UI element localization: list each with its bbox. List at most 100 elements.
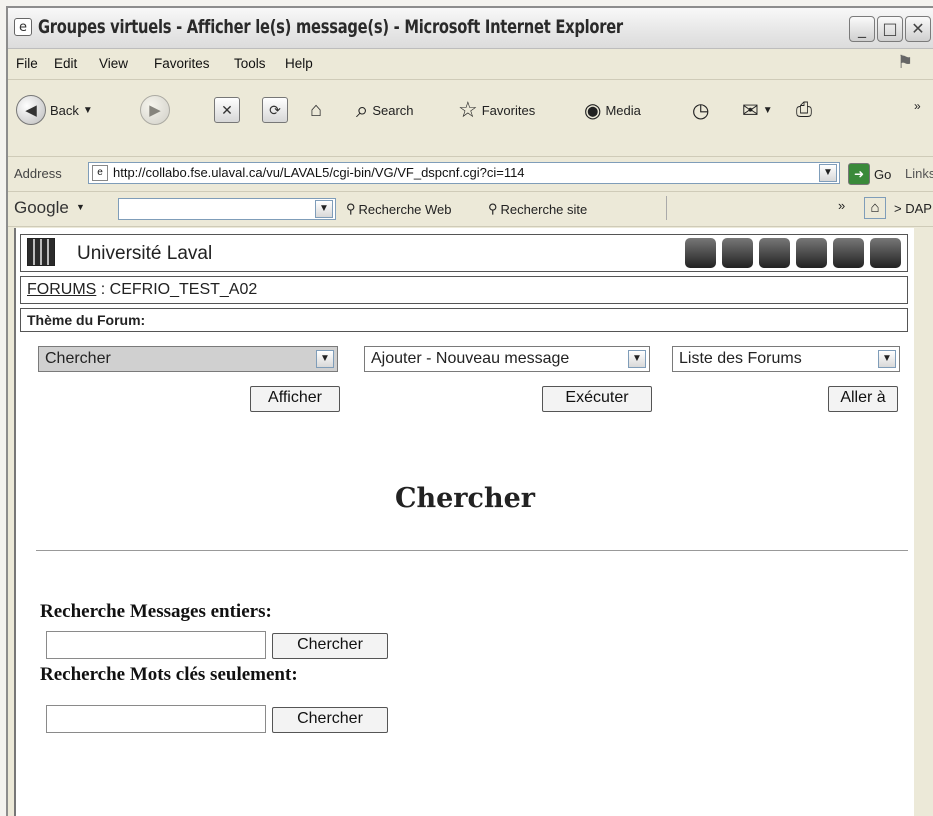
action-select[interactable]: Chercher ▼ xyxy=(38,346,338,372)
toolbar-divider xyxy=(666,196,667,220)
search-full-input[interactable] xyxy=(46,631,266,659)
address-bar: Address e http://collabo.fse.ulaval.ca/v… xyxy=(8,157,933,192)
stop-button[interactable]: ✕ xyxy=(214,94,240,126)
chevron-down-icon[interactable]: ▼ xyxy=(878,350,896,368)
google-logo[interactable]: Google xyxy=(14,198,69,218)
links-label[interactable]: Links xyxy=(905,166,933,181)
search-keywords-input[interactable] xyxy=(46,705,266,733)
chevron-right-icon[interactable]: » xyxy=(838,198,845,213)
minimize-icon[interactable]: _ xyxy=(849,16,875,42)
university-header: Université Laval xyxy=(20,234,908,272)
binoculars-icon: ⚲ xyxy=(346,201,356,216)
back-label: Back xyxy=(50,102,79,118)
google-search-input[interactable]: ▼ xyxy=(118,198,336,220)
home-button[interactable]: ⌂ xyxy=(304,94,328,126)
back-arrow-icon: ◀ xyxy=(16,95,46,125)
web-search-button[interactable]: ⚲ Recherche Web xyxy=(346,201,452,217)
page-title: Chercher xyxy=(395,483,535,514)
university-name: Université Laval xyxy=(77,243,213,264)
browser-window: e Groupes virtuels - Afficher le(s) mess… xyxy=(6,6,933,816)
menu-help[interactable]: Help xyxy=(285,56,313,71)
search-icon: ⌕ xyxy=(356,97,369,122)
search-keywords-button[interactable]: Chercher xyxy=(272,707,388,733)
window-title: Groupes virtuels - Afficher le(s) messag… xyxy=(38,16,623,38)
history-button[interactable]: ◷ xyxy=(692,94,709,126)
favorites-button[interactable]: ☆ Favorites xyxy=(458,94,535,126)
executer-button[interactable]: Exécuter xyxy=(542,386,652,412)
toolbar-overflow-button[interactable]: » xyxy=(914,90,921,122)
bus-icon[interactable] xyxy=(722,238,753,268)
dap-button[interactable]: > DAP xyxy=(894,201,932,216)
address-input[interactable]: e http://collabo.fse.ulaval.ca/vu/LAVAL5… xyxy=(88,162,840,184)
page-icon: e xyxy=(92,165,108,181)
search-full-label: Recherche Messages entiers: xyxy=(40,601,272,622)
forward-button[interactable]: ▶ xyxy=(140,94,170,126)
ie-page-icon: e xyxy=(14,18,32,36)
home-icon[interactable]: ⌂ xyxy=(864,197,886,219)
add-message-select-value: Ajouter - Nouveau message xyxy=(371,350,570,367)
mail-icon: ✉ xyxy=(742,99,759,122)
address-url: http://collabo.fse.ulaval.ca/vu/LAVAL5/c… xyxy=(113,165,525,180)
go-arrow-icon: ➜ xyxy=(848,163,870,185)
menu-tools[interactable]: Tools xyxy=(234,56,266,71)
afficher-button[interactable]: Afficher xyxy=(250,386,340,412)
chevron-down-icon[interactable]: ▼ xyxy=(316,350,334,368)
menu-favorites[interactable]: Favorites xyxy=(154,56,210,71)
forum-list-select-value: Liste des Forums xyxy=(679,350,802,367)
chevron-down-icon[interactable]: ▼ xyxy=(76,202,85,212)
google-toolbar: Google ▼ ▼ ⚲ Recherche Web ⚲ Recherche s… xyxy=(8,192,933,227)
maximize-icon[interactable]: □ xyxy=(877,16,903,42)
stop-icon: ✕ xyxy=(214,97,240,123)
go-button[interactable]: ➜ Go xyxy=(848,163,891,185)
page-content: Université Laval FORUMS : CEFRIO_TEST_A0… xyxy=(14,228,914,816)
address-label: Address xyxy=(14,166,62,181)
print-button[interactable]: ⎙ xyxy=(796,94,812,126)
forum-list-select[interactable]: Liste des Forums ▼ xyxy=(672,346,900,372)
site-search-label: Recherche site xyxy=(500,201,588,217)
favorites-label: Favorites xyxy=(481,102,536,118)
title-bar: e Groupes virtuels - Afficher le(s) mess… xyxy=(8,8,933,49)
site-search-button[interactable]: ⚲ Recherche site xyxy=(488,201,587,217)
building-icon[interactable] xyxy=(685,238,716,268)
forums-link[interactable]: FORUMS xyxy=(27,281,96,298)
refresh-icon: ⟳ xyxy=(262,97,288,123)
close-icon[interactable]: ✕ xyxy=(905,16,931,42)
forum-breadcrumb: FORUMS : CEFRIO_TEST_A02 xyxy=(20,276,908,304)
tower-icon[interactable] xyxy=(870,238,901,268)
add-message-select[interactable]: Ajouter - Nouveau message ▼ xyxy=(364,346,650,372)
aller-a-button[interactable]: Aller à xyxy=(828,386,898,412)
chevron-down-icon: ▼ xyxy=(82,104,93,116)
mail-button[interactable]: ✉ ▼ xyxy=(742,94,773,126)
chevron-down-icon[interactable]: ▼ xyxy=(628,350,646,368)
chevron-right-icon: » xyxy=(914,99,921,113)
search-button[interactable]: ⌕ Search xyxy=(356,94,414,126)
standard-toolbar: ◀ Back ▼ ▶ ✕ ⟳ ⌂ ⌕ Search ☆ Favorites ◉ … xyxy=(8,80,933,157)
breadcrumb-separator: : xyxy=(96,281,110,298)
search-full-button[interactable]: Chercher xyxy=(272,633,388,659)
menu-view[interactable]: View xyxy=(99,56,128,71)
dap-label: DAP xyxy=(905,201,932,216)
phone-icon[interactable] xyxy=(796,238,827,268)
forum-theme: Thème du Forum: xyxy=(20,308,908,332)
search-keywords-label: Recherche Mots clés seulement: xyxy=(40,664,298,685)
site-search-icon: ⚲ xyxy=(488,201,498,216)
media-label: Media xyxy=(605,102,641,118)
go-label: Go xyxy=(874,166,892,182)
back-button[interactable]: ◀ Back ▼ xyxy=(16,94,93,126)
windows-flag-icon: ⚑ xyxy=(897,52,914,72)
web-search-label: Recherche Web xyxy=(358,201,452,217)
menu-file[interactable]: File xyxy=(16,56,38,71)
menu-edit[interactable]: Edit xyxy=(54,56,77,71)
hand-icon[interactable] xyxy=(759,238,790,268)
sculpture-icon[interactable] xyxy=(833,238,864,268)
refresh-button[interactable]: ⟳ xyxy=(262,94,288,126)
search-label: Search xyxy=(372,102,414,118)
forward-arrow-icon: ▶ xyxy=(140,95,170,125)
chevron-down-icon[interactable]: ▼ xyxy=(819,164,837,182)
media-button[interactable]: ◉ Media xyxy=(584,94,641,126)
chevron-down-icon[interactable]: ▼ xyxy=(315,200,333,218)
chevron-down-icon: ▼ xyxy=(762,104,773,116)
action-select-value: Chercher xyxy=(45,350,111,367)
print-icon: ⎙ xyxy=(796,98,812,121)
history-icon: ◷ xyxy=(692,99,710,122)
